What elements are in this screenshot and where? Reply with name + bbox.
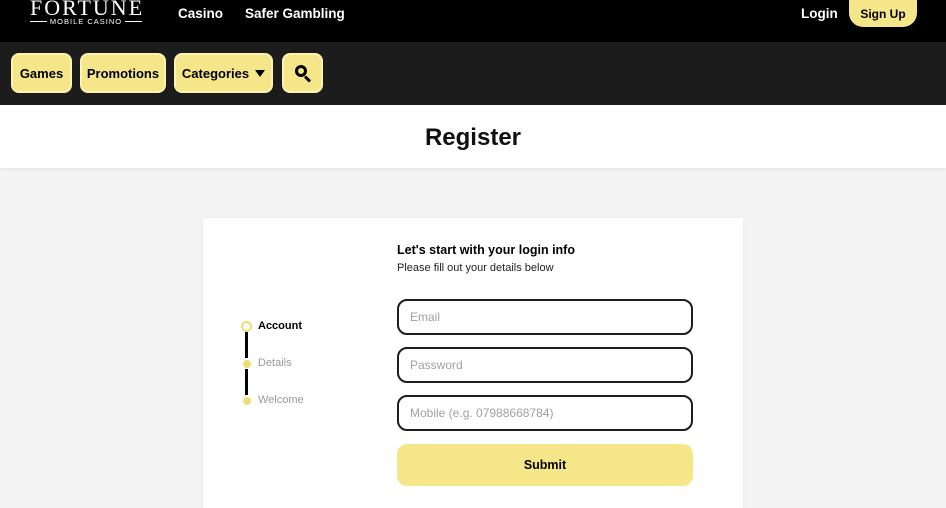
caret-down-icon (255, 69, 266, 77)
nav-link-casino[interactable]: Casino (178, 6, 223, 21)
step-label-account: Account (258, 320, 302, 332)
step-label-welcome: Welcome (258, 394, 304, 406)
mobile-field[interactable] (397, 395, 693, 431)
search-button[interactable] (282, 53, 323, 93)
form-subheading: Please fill out your details below (397, 262, 554, 274)
categories-label: Categories (181, 65, 250, 81)
login-link[interactable]: Login (801, 6, 838, 21)
submit-button[interactable]: Submit (397, 444, 693, 486)
email-field[interactable] (397, 299, 693, 335)
page-header: Register (0, 105, 946, 168)
step-connector-2 (245, 369, 248, 395)
nav-button-promotions[interactable]: Promotions (80, 53, 166, 93)
logo-brand: FORTUNE (30, 0, 145, 20)
logo-subtitle: MOBILE CASINO (49, 17, 123, 26)
nav-button-categories[interactable]: Categories (174, 53, 273, 93)
step-dot-welcome (243, 397, 251, 405)
step-dot-account (241, 321, 252, 332)
nav-link-safer-gambling[interactable]: Safer Gambling (245, 6, 345, 21)
top-nav: Casino Safer Gambling (178, 6, 345, 21)
site-logo[interactable]: FORTUNE MOBILE CASINO (30, 0, 142, 28)
password-field[interactable] (397, 347, 693, 383)
step-dot-details (243, 360, 251, 368)
category-navbar: Games Promotions Categories (0, 42, 946, 105)
search-icon (294, 65, 311, 83)
sign-up-button[interactable]: Sign Up (849, 0, 917, 27)
top-bar: FORTUNE MOBILE CASINO Casino Safer Gambl… (0, 0, 946, 42)
page-title: Register (424, 124, 522, 151)
nav-button-games[interactable]: Games (11, 53, 72, 93)
step-connector-1 (245, 332, 248, 358)
step-label-details: Details (258, 357, 292, 369)
form-heading: Let's start with your login info (397, 243, 575, 257)
logo-rule-left (30, 21, 47, 22)
logo-rule-right (125, 21, 142, 22)
